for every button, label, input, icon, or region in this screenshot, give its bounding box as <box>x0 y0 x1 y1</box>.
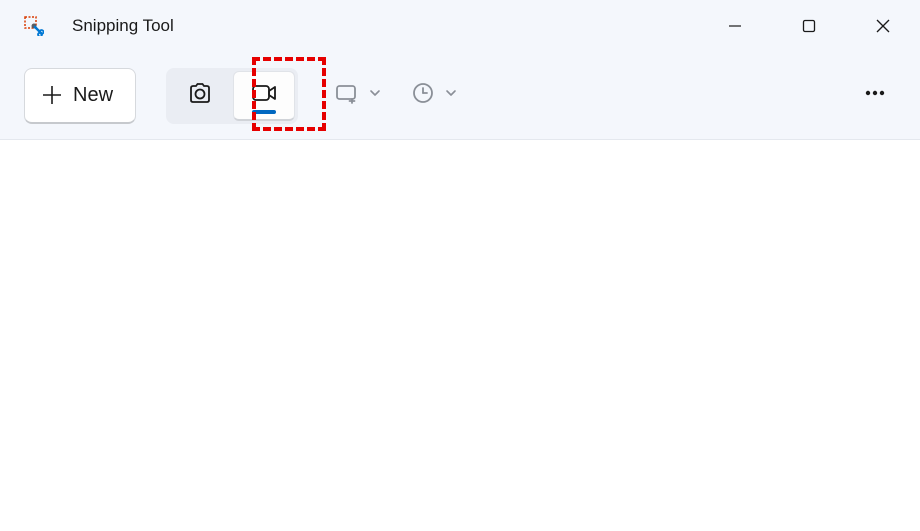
delay-dropdown[interactable] <box>410 80 458 111</box>
maximize-button[interactable] <box>772 0 846 52</box>
window-controls <box>698 0 920 52</box>
new-button[interactable]: New <box>24 68 136 124</box>
chevron-down-icon <box>444 86 458 105</box>
record-mode-button[interactable] <box>233 71 295 121</box>
new-button-label: New <box>73 84 113 107</box>
plus-icon <box>41 84 63 106</box>
snip-mode-button[interactable] <box>169 71 231 121</box>
snip-shape-dropdown[interactable] <box>334 80 382 111</box>
ellipsis-icon <box>862 80 888 111</box>
dropdown-group <box>334 80 458 111</box>
camera-icon <box>186 79 214 112</box>
minimize-button[interactable] <box>698 0 772 52</box>
clock-icon <box>410 80 436 111</box>
more-button[interactable] <box>854 72 896 119</box>
app-title: Snipping Tool <box>72 16 698 36</box>
toolbar: New <box>0 52 920 140</box>
mode-group <box>166 68 298 124</box>
app-icon <box>24 16 44 36</box>
content-area <box>0 140 920 531</box>
rectangle-snip-icon <box>334 80 360 111</box>
video-icon <box>249 78 279 113</box>
titlebar: Snipping Tool <box>0 0 920 52</box>
close-button[interactable] <box>846 0 920 52</box>
chevron-down-icon <box>368 86 382 105</box>
